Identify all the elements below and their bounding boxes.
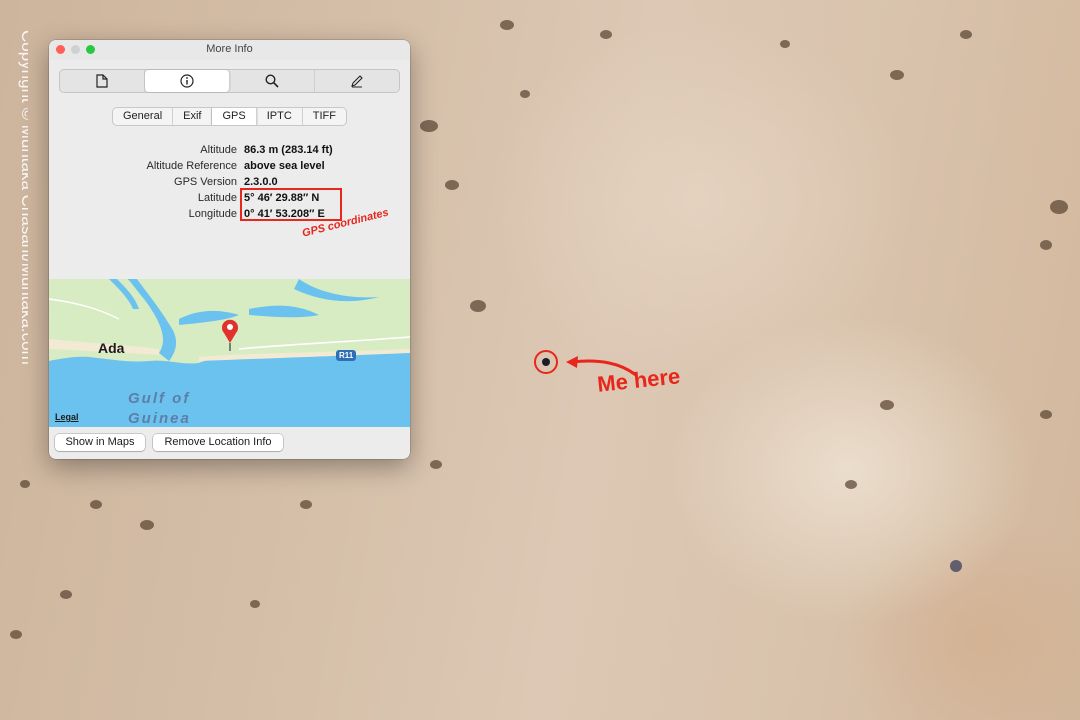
gps-label: Altitude Reference bbox=[146, 160, 238, 172]
location-map[interactable]: Ada R11 Gulf of Guinea Legal bbox=[49, 279, 410, 427]
title-bar: More Info bbox=[49, 40, 410, 60]
gps-row-altitude-reference: Altitude Reference above sea level bbox=[49, 158, 410, 174]
gps-label: Longitude bbox=[188, 208, 237, 220]
map-label-gulf-line1: Gulf of bbox=[128, 390, 191, 407]
gps-row-version: GPS Version 2.3.0.0 bbox=[49, 174, 410, 190]
tab-tiff[interactable]: TIFF bbox=[303, 108, 346, 125]
tab-gps[interactable]: GPS bbox=[212, 108, 257, 125]
map-label-gulf-of-guinea: Gulf of Guinea bbox=[128, 389, 191, 427]
gps-value: above sea level bbox=[244, 160, 325, 172]
show-in-maps-button[interactable]: Show in Maps bbox=[55, 434, 145, 451]
gps-label: Altitude bbox=[200, 144, 237, 156]
window-title: More Info bbox=[206, 43, 253, 55]
copyright-watermark: Copyright © Muntaka Chasant/Muntaka.com bbox=[18, 30, 28, 365]
tab-exif[interactable]: Exif bbox=[173, 108, 213, 125]
magnifier-icon bbox=[265, 74, 279, 88]
gps-label: Latitude bbox=[197, 192, 237, 204]
map-label-gulf-line2: Guinea bbox=[128, 410, 191, 427]
toolbar-search-button[interactable] bbox=[230, 70, 315, 92]
gps-value: 86.3 m (283.14 ft) bbox=[244, 144, 333, 156]
legal-link[interactable]: Legal bbox=[55, 412, 79, 422]
gps-row-altitude: Altitude 86.3 m (283.14 ft) bbox=[49, 142, 410, 158]
road-label-r11: R11 bbox=[336, 350, 357, 361]
pencil-icon bbox=[351, 75, 363, 88]
toolbar-edit-button[interactable] bbox=[315, 70, 399, 92]
info-icon bbox=[180, 74, 194, 88]
coordinates-highlight-box bbox=[240, 188, 342, 221]
toolbar-info-button[interactable] bbox=[145, 70, 230, 92]
toolbar-document-button[interactable] bbox=[60, 70, 145, 92]
tab-general[interactable]: General bbox=[113, 108, 174, 125]
remove-location-info-button[interactable]: Remove Location Info bbox=[153, 434, 283, 451]
gps-row-latitude: Latitude 5° 46′ 29.88″ N bbox=[49, 190, 410, 206]
toolbar bbox=[59, 69, 400, 93]
gps-label: GPS Version bbox=[174, 176, 237, 188]
info-tabs: General Exif GPS IPTC TIFF bbox=[112, 107, 347, 126]
map-label-ada: Ada bbox=[98, 340, 125, 356]
copyright-text: Copyright © Muntaka Chasant/Muntaka.com bbox=[18, 30, 28, 365]
more-info-window: More Info General Exif GPS IPTC TIFF Alt… bbox=[49, 40, 410, 459]
document-icon bbox=[96, 74, 108, 88]
tab-iptc[interactable]: IPTC bbox=[257, 108, 303, 125]
